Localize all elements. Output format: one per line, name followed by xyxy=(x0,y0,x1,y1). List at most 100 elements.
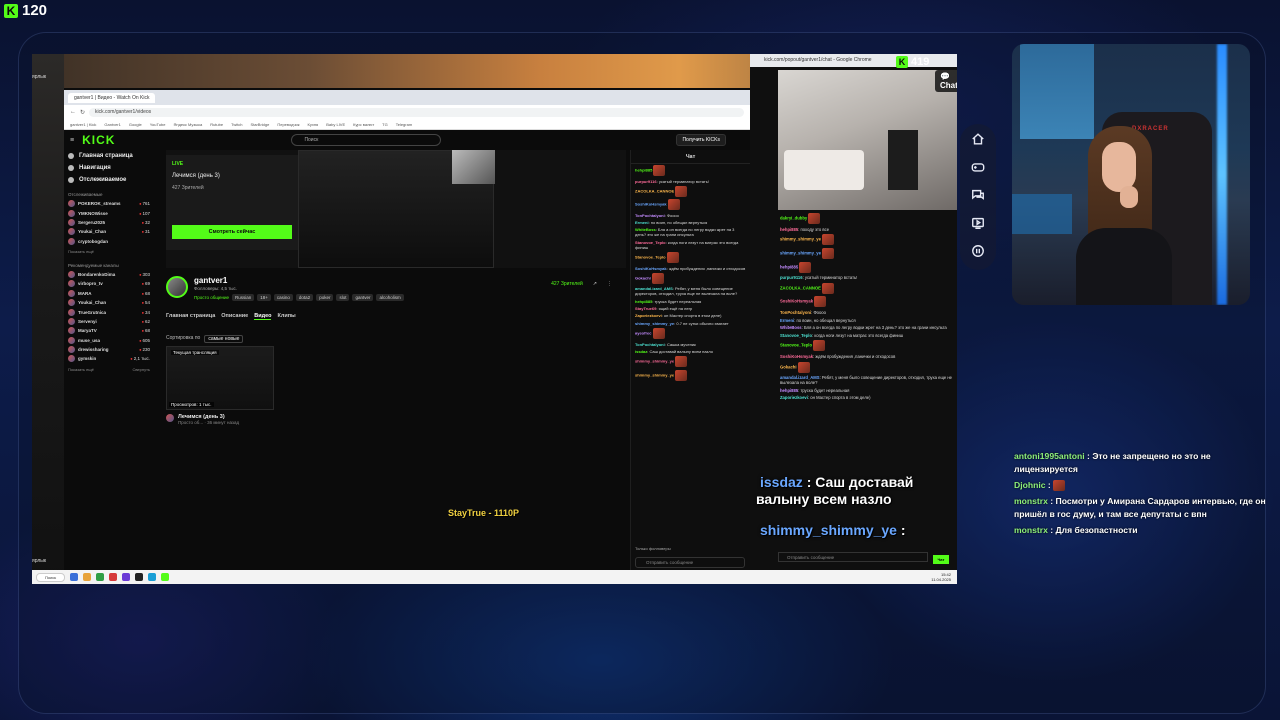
chat-input[interactable]: Отправить сообщение xyxy=(635,557,745,568)
taskbar-app-icon[interactable] xyxy=(122,573,131,581)
chat-username[interactable]: shimmy_shimmy_ye xyxy=(635,372,674,377)
chat-username[interactable]: purpur9116 xyxy=(635,179,657,184)
feed-username[interactable]: Djohnic xyxy=(1014,480,1046,490)
chat-username[interactable]: shimmy_shimmy_ye xyxy=(635,321,674,326)
chat-username[interactable]: purpur9116 xyxy=(780,275,803,280)
chat-username[interactable]: SoshiKoHsmyak xyxy=(635,266,667,271)
bookmark[interactable]: Rutube xyxy=(210,122,223,127)
bookmark[interactable]: Переводчик xyxy=(277,122,299,127)
chat-username[interactable]: SoshiKoHsmyak xyxy=(780,299,813,304)
sidebar-channel[interactable]: drewissharing 230 xyxy=(64,345,154,354)
desktop-icon-label[interactable]: ярлык xyxy=(32,74,64,80)
popout-send-button[interactable]: Чат xyxy=(933,555,949,564)
sidebar-channel[interactable]: cryptobogdan xyxy=(64,237,154,246)
chat-username[interactable]: StayTrue69 xyxy=(635,306,656,311)
chat-username[interactable]: WhiteBoss xyxy=(780,325,802,330)
sidebar-channel[interactable]: gymskin 2,1 тыс. xyxy=(64,354,154,363)
channel-name[interactable]: gantver1 xyxy=(194,276,404,285)
bookmark[interactable]: TG xyxy=(382,122,388,127)
chat-username[interactable]: TonPochtalyoni xyxy=(635,342,665,347)
chat-username[interactable]: hehpi885 xyxy=(780,264,798,269)
chat-username[interactable]: Stanovoe_Teplo xyxy=(780,343,812,348)
pause-icon[interactable] xyxy=(969,242,987,260)
bookmark[interactable]: Яндекс Музыка xyxy=(173,122,202,127)
chat-username[interactable]: Zaporiezkoevi xyxy=(780,395,808,400)
taskbar-app-icon[interactable] xyxy=(148,573,157,581)
show-more-button[interactable]: Показать ещё xyxy=(68,367,94,372)
sidebar-channel[interactable]: Youkai_Chan 54 xyxy=(64,298,154,307)
feed-username[interactable]: antoni1995antoni xyxy=(1014,451,1085,461)
channel-tag[interactable]: gantver xyxy=(352,294,374,301)
chat-username[interactable]: shimmy_shimmy_ye xyxy=(780,251,821,256)
chat-username[interactable]: ZACOLKA_CANNOE xyxy=(635,189,674,194)
bookmark[interactable]: StarBridge xyxy=(250,122,269,127)
bookmark[interactable]: Twitch xyxy=(231,122,242,127)
sidebar-channel[interactable]: Servenyi 62 xyxy=(64,317,154,326)
watch-now-button[interactable]: Смотреть сейчас xyxy=(172,225,292,239)
video-icon[interactable] xyxy=(969,214,987,232)
channel-tag[interactable]: slot xyxy=(336,294,350,301)
taskbar-app-icon[interactable] xyxy=(83,573,92,581)
desktop-icon-label[interactable]: ярлык xyxy=(32,558,64,564)
chat-username[interactable]: hehpi885 xyxy=(635,168,652,173)
video-player[interactable]: LIVE Лечимся (день 3) 427 Зрителей Смотр… xyxy=(166,150,626,268)
bookmark[interactable]: Baby LIVE xyxy=(326,122,345,127)
sidebar-channel[interactable]: Sergeru2025 32 xyxy=(64,218,154,227)
sidebar-channel[interactable]: POKEROK_streams 761 xyxy=(64,199,154,208)
channel-avatar[interactable] xyxy=(166,276,188,298)
reload-icon[interactable]: ↻ xyxy=(80,109,85,116)
chat-username[interactable]: Ermeni xyxy=(780,318,794,323)
search-input[interactable]: Поиск xyxy=(291,134,442,146)
taskbar-app-icon[interactable] xyxy=(96,573,105,581)
sidebar-channel[interactable]: MaryaTV 68 xyxy=(64,326,154,335)
channel-category[interactable]: Просто общение xyxy=(194,295,229,300)
chat-username[interactable]: SoshiKoHsmyak xyxy=(635,202,667,207)
collapse-button[interactable]: Свернуть xyxy=(132,367,150,372)
sidebar-nav-item[interactable]: Навигация xyxy=(64,162,154,174)
sidebar-channel[interactable]: TrueGrutnica 34 xyxy=(64,307,154,316)
taskbar-app-icon[interactable] xyxy=(135,573,144,581)
sidebar-channel[interactable]: MARA 68 xyxy=(64,289,154,298)
taskbar-app-icon[interactable] xyxy=(70,573,79,581)
channel-tag[interactable]: poker xyxy=(316,294,334,301)
taskbar-search[interactable]: Поиск xyxy=(36,572,66,582)
address-bar[interactable]: kick.com/gantver1/videos xyxy=(89,107,744,117)
bookmark[interactable]: Кухня xyxy=(308,122,319,127)
bookmark[interactable]: YouTube xyxy=(150,122,166,127)
show-more-button[interactable]: Показать ещё xyxy=(68,249,94,254)
feed-username[interactable]: monstrx xyxy=(1014,496,1048,506)
taskbar-app-icon[interactable] xyxy=(161,573,170,581)
browser-tab[interactable]: gantver1 | Видео - Watch On Kick xyxy=(68,92,156,103)
bookmark[interactable]: gantver1 | Kick xyxy=(70,122,96,127)
video-card[interactable]: Текущая трансляция Просмотров: 1 тыс. xyxy=(166,346,274,410)
chat-username[interactable]: Gokachi xyxy=(635,276,651,281)
sidebar-nav-item[interactable]: Отслеживаемое xyxy=(64,174,154,186)
menu-icon[interactable]: ≡ xyxy=(70,137,74,144)
bookmark[interactable]: Google xyxy=(129,122,142,127)
channel-tag[interactable]: alcoholism xyxy=(376,294,404,301)
chat-toggle-button[interactable]: 💬 Chat xyxy=(935,70,957,92)
chat-username[interactable]: Gokachi xyxy=(780,364,797,369)
chat-username[interactable]: ZACOLKA_CANNOE xyxy=(780,285,821,290)
chat-username[interactable]: dakryi_dubby xyxy=(780,216,807,221)
feed-username[interactable]: monstrx xyxy=(1014,525,1048,535)
chat-username[interactable]: shimmy_shimmy_ye xyxy=(780,237,821,242)
chat-username[interactable]: Ermeni xyxy=(635,220,649,225)
sidebar-channel[interactable]: virbopro_tv 69 xyxy=(64,279,154,288)
chat-username[interactable]: Zaporiezkoevi xyxy=(635,313,662,318)
chat-username[interactable]: TonPochtalyoni xyxy=(780,310,811,315)
chat-username[interactable]: hehpi885 xyxy=(635,299,652,304)
chat-username[interactable]: SoshiKoHsmyak xyxy=(780,354,813,359)
sidebar-nav-item[interactable]: Главная страница xyxy=(64,150,154,162)
sidebar-channel[interactable]: BondarenkoDima 303 xyxy=(64,270,154,279)
back-icon[interactable]: ← xyxy=(70,109,76,115)
chat-icon[interactable] xyxy=(969,186,987,204)
kick-logo[interactable]: KICK xyxy=(82,133,115,147)
share-icon[interactable]: ↗ xyxy=(593,281,597,287)
chat-username[interactable]: ayeofrec xyxy=(635,331,651,336)
tab-0[interactable]: Главная страница xyxy=(166,313,215,320)
sort-select[interactable]: самые новые xyxy=(204,335,244,343)
chat-username[interactable]: shimmy_shimmy_ye xyxy=(635,359,674,364)
more-icon[interactable]: ⋮ xyxy=(607,281,612,287)
gamepad-icon[interactable] xyxy=(969,158,987,176)
